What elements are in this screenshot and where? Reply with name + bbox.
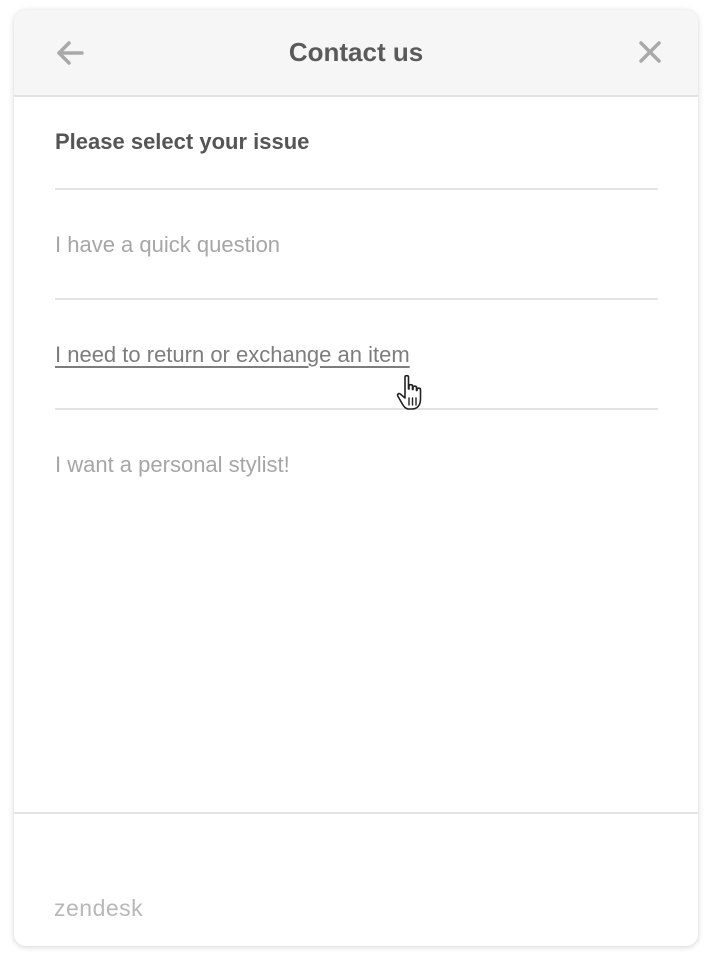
option-personal-stylist[interactable]: I want a personal stylist! bbox=[55, 452, 290, 478]
close-icon bbox=[639, 41, 661, 63]
widget-header: Contact us bbox=[14, 10, 698, 97]
contact-widget: Contact us Please select your issue I ha… bbox=[14, 10, 698, 946]
zendesk-logo[interactable]: zendesk bbox=[54, 895, 143, 922]
hand-cursor-icon bbox=[396, 374, 422, 410]
divider bbox=[55, 188, 658, 190]
issue-prompt: Please select your issue bbox=[55, 129, 310, 154]
close-button[interactable] bbox=[634, 36, 666, 68]
footer-divider bbox=[14, 812, 698, 814]
page-title: Contact us bbox=[288, 37, 424, 67]
divider bbox=[55, 408, 658, 410]
option-return-exchange[interactable]: I need to return or exchange an item bbox=[55, 342, 410, 368]
divider bbox=[55, 298, 658, 300]
option-quick-question[interactable]: I have a quick question bbox=[55, 232, 280, 258]
